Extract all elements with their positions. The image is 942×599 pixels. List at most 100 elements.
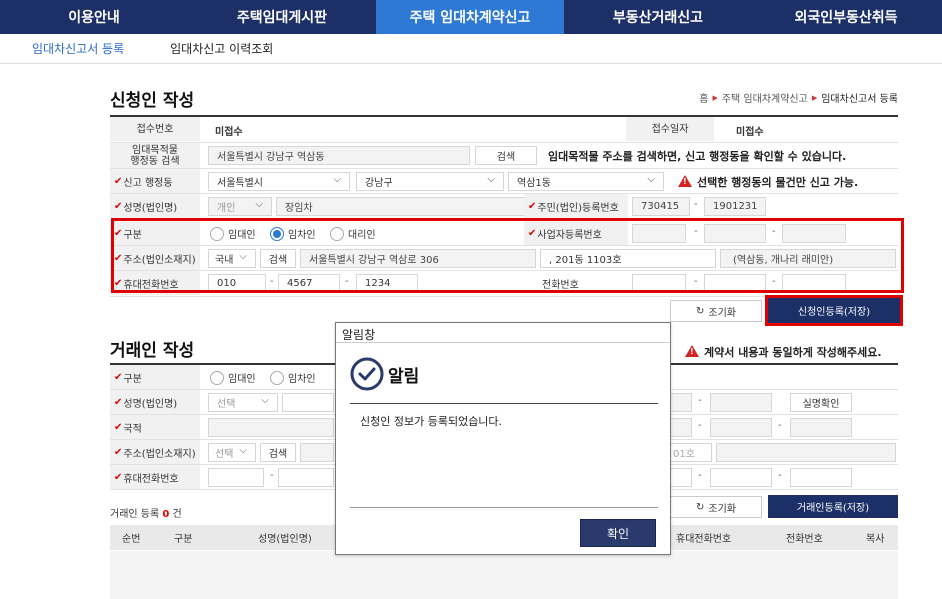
reset-icon: ↻ (696, 305, 705, 317)
cp-mobile-input-1[interactable] (208, 468, 264, 487)
dong-warning: 선택한 행정동의 물건만 신고 가능. (678, 174, 858, 190)
cp-addr-label: ✔ 주소(법인소재지) (110, 440, 200, 464)
required-check-icon: ✔ (114, 396, 123, 408)
alert-modal: 알림창 알림 신청인 정보가 등록되었습니다. 확인 (335, 322, 671, 555)
cp-mobile-label: ✔ 휴대전화번호 (110, 465, 200, 489)
modal-message: 신청인 정보가 등록되었습니다. (360, 415, 503, 428)
breadcrumb-current: 임대차신고서 등록 (821, 94, 898, 105)
col-name: 성명(법인명) (258, 534, 312, 545)
dash: - (698, 470, 702, 481)
applicant-reset-button[interactable]: ↻ 조기화 (670, 300, 762, 322)
radio-label: 임대인 (228, 374, 256, 385)
cp-type-label: ✔ 구분 (110, 365, 200, 389)
counterpart-table-body (110, 551, 898, 599)
count-suffix: 건 (172, 509, 182, 520)
nav-item-foreigner-acquisition[interactable]: 외국인부동산취득 (752, 0, 940, 34)
cp-biz-input-1[interactable] (670, 418, 692, 437)
warning-icon (685, 345, 699, 357)
radio-label: 임차인 (288, 374, 316, 385)
required-check-icon: ✔ (528, 200, 537, 212)
cp-nationality-label: ✔ 국적 (110, 415, 200, 439)
modal-heading-text: 알림 (388, 366, 420, 387)
col-type: 구분 (174, 534, 193, 545)
count-number: 0 (162, 509, 170, 520)
cp-mobile-label-text: 휴대전화번호 (123, 473, 179, 485)
person-type-select[interactable]: 개인 (208, 197, 272, 216)
name-input[interactable]: 장임차 (276, 197, 528, 216)
cp-type-radio-lessor[interactable]: 임대인 (210, 370, 256, 385)
breadcrumb-arrow-icon: ▶ (712, 93, 718, 102)
name-label-text: 성명(법인명) (123, 202, 178, 214)
cp-id-back-input[interactable] (710, 393, 772, 412)
cp-mobile-input-2[interactable] (278, 468, 334, 487)
required-check-icon: ✔ (114, 421, 123, 433)
counterpart-warning: 계약서 내용과 동일하게 작성해주세요. (685, 344, 882, 360)
col-copy: 복사 (866, 534, 885, 545)
dong-warning-text: 선택한 행정동의 물건만 신고 가능. (697, 176, 859, 189)
col-seq: 순번 (122, 534, 141, 545)
radio-circle[interactable] (270, 370, 284, 385)
dong-search-button[interactable]: 검색 (475, 146, 537, 165)
dash: - (694, 199, 698, 210)
breadcrumb: 홈 ▶ 주택 임대차계약신고 ▶ 임대차신고서 등록 (650, 90, 898, 106)
breadcrumb-lease[interactable]: 주택 임대차계약신고 (722, 90, 808, 105)
dash: - (698, 395, 702, 406)
col-mobile: 휴대전화번호 (676, 534, 732, 545)
count-prefix: 거래인 등록 (110, 509, 160, 520)
counterpart-count: 거래인 등록 0 건 (110, 505, 182, 520)
sido-select[interactable]: 서울특별시 (208, 172, 350, 191)
cp-addr-extra-input[interactable] (716, 443, 896, 462)
cp-phone-input-2[interactable] (710, 468, 772, 487)
name-label: ✔ 성명(법인명) (110, 194, 200, 218)
cp-biz-input-3[interactable] (790, 418, 852, 437)
cp-type-label-text: 구분 (123, 373, 142, 385)
modal-window-title: 알림창 (336, 323, 670, 343)
nav-item-guide[interactable]: 이용안내 (0, 0, 188, 34)
dong-search-input[interactable]: 서울특별시 강남구 역삼동 (208, 146, 470, 165)
cp-addr-detail-input[interactable]: 01호 (670, 443, 712, 462)
nav-item-lease-report[interactable]: 주택 임대차계약신고 (376, 0, 564, 34)
top-nav: 이용안내 주택임대게시판 주택 임대차계약신고 부동산거래신고 외국인부동산취득 (0, 0, 942, 34)
row-receipt: 접수번호 미접수 접수일자 미접수 (110, 117, 898, 143)
counterpart-save-button[interactable]: 거래인등록(저장) (768, 495, 898, 518)
cp-addr-road-input[interactable] (300, 443, 334, 462)
cp-addr-search-button[interactable]: 검색 (260, 443, 296, 462)
cp-phone-input-1[interactable] (670, 468, 692, 487)
cp-addr-select[interactable]: 선택 (208, 443, 256, 462)
cp-addr-label-text: 주소(법인소재지) (123, 448, 196, 460)
cp-nationality-input[interactable] (208, 418, 334, 437)
nav-item-rental-board[interactable]: 주택임대게시판 (188, 0, 376, 34)
counterpart-reset-button[interactable]: ↻ 조기화 (670, 496, 762, 518)
reset-icon: ↻ (696, 501, 705, 513)
row-report-dong: ✔신고 행정동 서울특별시 강남구 역삼1동 선택한 행정동의 물건만 신고 가… (110, 169, 898, 194)
receipt-date-value: 미접수 (736, 127, 764, 138)
radio-circle[interactable] (210, 370, 224, 385)
modal-ok-button[interactable]: 확인 (580, 519, 656, 547)
required-check-icon: ✔ (114, 200, 123, 212)
id-no-back-input[interactable]: 1901231 (704, 197, 766, 216)
required-check-icon: ✔ (114, 446, 123, 458)
cp-name-input[interactable] (282, 393, 334, 412)
dong-select[interactable]: 역삼1동 (508, 172, 664, 191)
id-no-front-input[interactable]: 730415 (632, 197, 690, 216)
sigungu-select[interactable]: 강남구 (356, 172, 504, 191)
modal-heading: 알림 (350, 357, 419, 391)
sub-nav-register[interactable]: 임대차신고서 등록 (32, 40, 124, 57)
cp-phone-input-3[interactable] (790, 468, 852, 487)
sub-nav-history[interactable]: 임대차신고 이력조회 (170, 40, 273, 57)
counterpart-warning-text: 계약서 내용과 동일하게 작성해주세요. (704, 346, 882, 359)
cp-name-label-text: 성명(법인명) (123, 398, 178, 410)
cp-type-radio-lessee[interactable]: 임차인 (270, 370, 316, 385)
modal-divider (350, 403, 658, 404)
breadcrumb-home[interactable]: 홈 (699, 90, 708, 105)
nav-item-real-estate-report[interactable]: 부동산거래신고 (564, 0, 752, 34)
breadcrumb-arrow-icon: ▶ (811, 93, 818, 102)
cp-biz-input-2[interactable] (710, 418, 772, 437)
cp-person-type-select[interactable]: 선택 (208, 393, 278, 412)
col-phone: 전화번호 (786, 534, 823, 545)
required-check-icon: ✔ (114, 175, 123, 187)
receipt-no-label: 접수번호 (110, 117, 200, 141)
cp-id-front-input[interactable] (670, 393, 692, 412)
applicant-section-title: 신청인 작성 (110, 91, 195, 111)
cp-verify-button[interactable]: 실명확인 (790, 393, 852, 412)
